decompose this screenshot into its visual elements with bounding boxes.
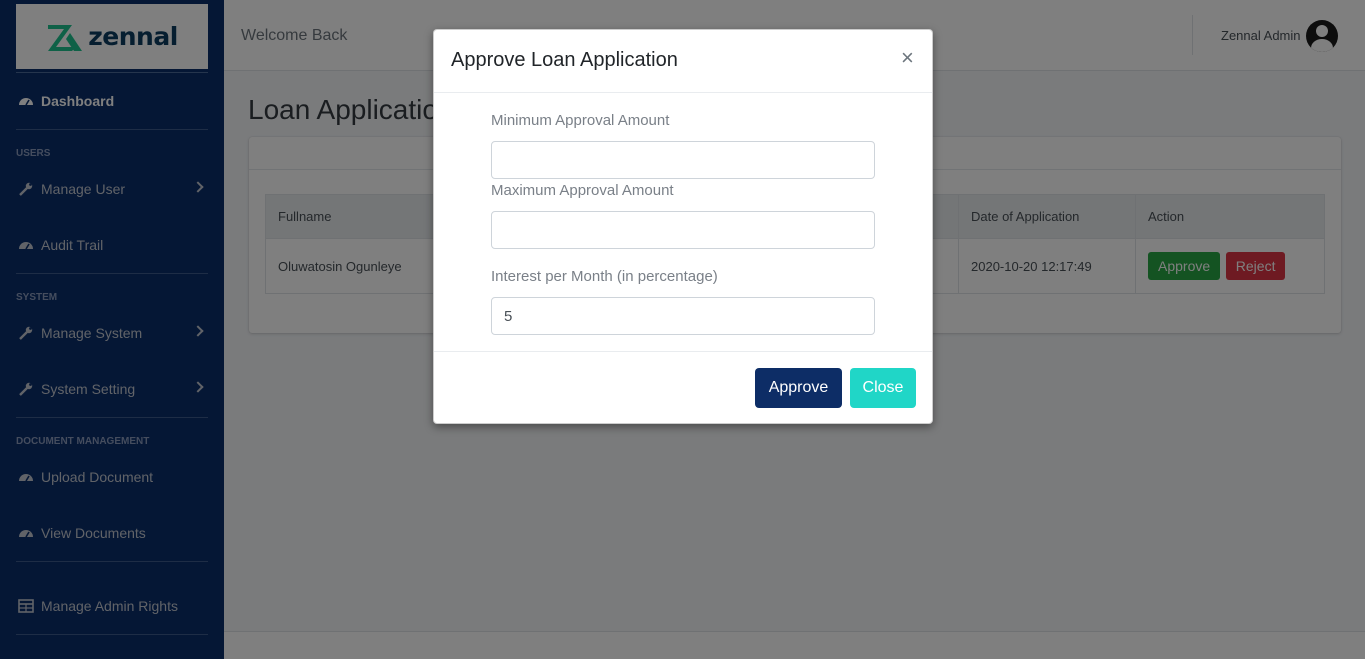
min-amount-label: Minimum Approval Amount	[491, 112, 670, 129]
modal-footer: Approve Close	[434, 351, 932, 423]
min-amount-input[interactable]	[491, 141, 875, 179]
modal-title: Approve Loan Application	[451, 49, 678, 71]
interest-input[interactable]	[491, 297, 875, 335]
max-amount-input[interactable]	[491, 211, 875, 249]
interest-label: Interest per Month (in percentage)	[491, 268, 718, 285]
max-amount-label: Maximum Approval Amount	[491, 182, 674, 199]
approve-button[interactable]: Approve	[755, 368, 842, 408]
modal-header: Approve Loan Application ×	[434, 30, 932, 93]
approve-loan-modal: Approve Loan Application × Minimum Appro…	[433, 29, 933, 424]
close-button[interactable]: Close	[850, 368, 916, 408]
close-icon[interactable]: ×	[901, 47, 914, 69]
